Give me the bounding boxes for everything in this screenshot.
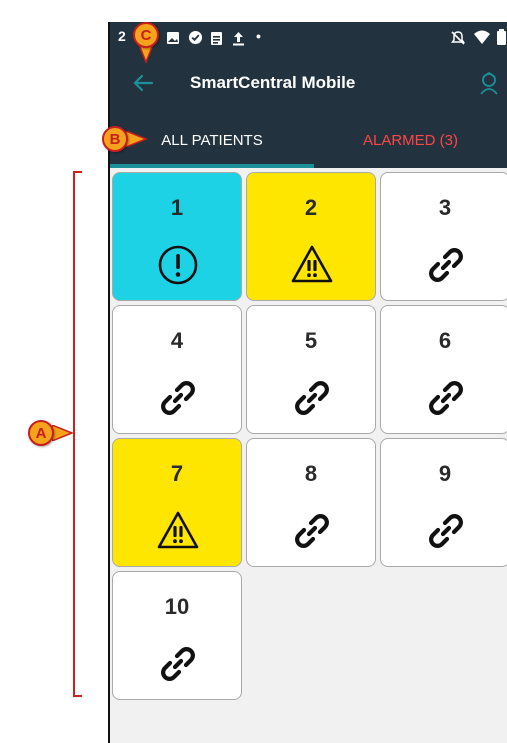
app-bar: SmartCentral Mobile — [110, 54, 507, 112]
exclamation-circle-icon — [158, 245, 198, 285]
bed-grid: 1 2 3 4 5 6 7 8 9 10 — [110, 168, 507, 743]
bed-number: 4 — [170, 328, 184, 353]
link-icon — [429, 514, 463, 548]
check-circle-icon — [188, 30, 203, 45]
bed-number: 3 — [438, 195, 452, 220]
bed-tile-1[interactable]: 1 — [112, 172, 242, 301]
link-icon — [161, 647, 195, 681]
back-arrow-icon[interactable] — [128, 68, 158, 98]
link-icon — [161, 381, 195, 415]
tab-alarmed[interactable]: ALARMED (3) — [314, 112, 507, 168]
bed-tile-5[interactable]: 5 — [246, 305, 376, 434]
bed-number: 6 — [438, 328, 452, 353]
battery-icon — [497, 29, 506, 45]
bed-tile-7[interactable]: 7 — [112, 438, 242, 567]
upload-icon — [233, 32, 244, 46]
bed-tile-9[interactable]: 9 — [380, 438, 507, 567]
warning-triangle-icon — [291, 245, 333, 283]
bed-tile-10[interactable]: 10 — [112, 571, 242, 700]
bed-number: 7 — [170, 461, 184, 486]
bed-tile-3[interactable]: 3 — [380, 172, 507, 301]
annotation-marker-a: A — [28, 420, 54, 446]
link-icon — [429, 248, 463, 282]
bed-number: 5 — [304, 328, 318, 353]
status-dot: • — [256, 28, 261, 44]
link-icon — [295, 514, 329, 548]
status-bar: 2 • — [110, 22, 507, 54]
tab-bar: ALL PATIENTS ALARMED (3) — [110, 112, 507, 168]
annotation-marker-c: C — [133, 22, 159, 48]
link-icon — [429, 381, 463, 415]
clipboard-icon — [211, 32, 222, 45]
link-icon — [295, 381, 329, 415]
warning-triangle-icon — [157, 511, 199, 549]
status-time: 2 — [118, 28, 126, 44]
wifi-icon — [474, 30, 490, 44]
phone-screen: 2 • SmartCentral Mobile ALL PATIENTS ALA… — [110, 22, 507, 743]
tab-alarmed-label: ALARMED (3) — [362, 131, 459, 149]
image-icon — [167, 32, 179, 44]
bed-tile-6[interactable]: 6 — [380, 305, 507, 434]
bed-tile-2[interactable]: 2 — [246, 172, 376, 301]
annotation-pointer-b — [126, 131, 148, 147]
app-title: SmartCentral Mobile — [190, 73, 356, 92]
bed-number: 10 — [164, 594, 190, 619]
nurse-user-icon[interactable] — [476, 70, 502, 96]
annotation-marker-b: B — [102, 126, 128, 152]
bed-tile-8[interactable]: 8 — [246, 438, 376, 567]
bed-number: 8 — [304, 461, 318, 486]
document-figure: 2 • SmartCentral Mobile ALL PATIENTS ALA… — [0, 0, 507, 743]
annotation-pointer-a — [52, 425, 74, 441]
bed-number: 1 — [170, 195, 184, 220]
bed-number: 9 — [438, 461, 452, 486]
tab-all-patients-label: ALL PATIENTS — [161, 131, 263, 149]
bed-number: 2 — [304, 195, 318, 220]
bed-tile-4[interactable]: 4 — [112, 305, 242, 434]
notifications-off-icon — [451, 31, 465, 45]
